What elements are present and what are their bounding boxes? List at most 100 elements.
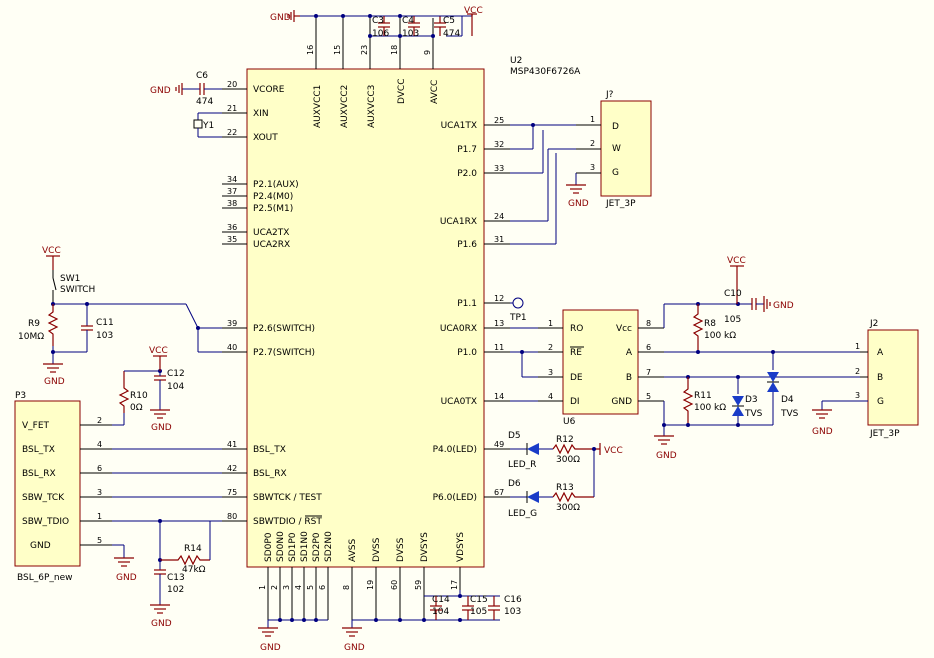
c4-value: 103 [402,29,419,39]
u2-mcu[interactable]: U2 MSP430F6726A [246,56,581,568]
svg-text:BSL_TX: BSL_TX [253,445,286,455]
svg-text:5: 5 [646,392,651,401]
svg-text:GND: GND [773,301,794,311]
svg-text:38: 38 [227,199,237,208]
svg-text:P2.5(M1): P2.5(M1) [253,204,293,214]
svg-text:LED_R: LED_R [508,460,536,470]
r14-c13-tdio: R14 47kΩ C13 102 GND [150,519,211,629]
svg-text:1: 1 [590,115,595,124]
svg-text:8: 8 [646,319,651,328]
p3-bsl-connector[interactable]: P3 BSL_6P_new V_FET BSL_TX BSL_RX SBW_TC… [14,391,222,583]
svg-text:3: 3 [548,368,553,377]
svg-text:P2.6(SWITCH): P2.6(SWITCH) [253,324,315,334]
y1-crystal: Y1 [193,112,222,138]
svg-text:P1.1: P1.1 [457,299,477,309]
svg-text:24: 24 [494,212,504,221]
svg-text:G: G [612,168,619,178]
svg-text:SBW_TDIO: SBW_TDIO [22,517,69,527]
svg-text:1: 1 [97,512,102,521]
j2-jet-connector[interactable]: J2 JET_3P A B G 1 2 3 GND [812,319,919,439]
svg-text:DVSS: DVSS [372,537,382,562]
svg-text:103: 103 [96,331,113,341]
svg-text:UCA2TX: UCA2TX [253,228,289,238]
svg-text:LED_G: LED_G [508,509,537,519]
svg-text:1: 1 [855,342,860,351]
svg-text:VCC: VCC [42,246,61,256]
svg-text:TP1: TP1 [509,313,527,323]
svg-text:19: 19 [366,580,375,590]
svg-text:VCORE: VCORE [253,85,285,95]
svg-text:4: 4 [97,440,102,449]
svg-text:100 kΩ: 100 kΩ [694,403,726,413]
svg-text:GND: GND [568,199,589,209]
svg-text:BSL_RX: BSL_RX [253,469,287,479]
svg-text:59: 59 [414,580,423,590]
svg-text:SWITCH: SWITCH [60,285,95,295]
svg-text:UCA1TX: UCA1TX [441,121,477,131]
svg-text:33: 33 [494,164,504,173]
svg-text:GND: GND [151,619,172,629]
led-drivers: D5 LED_R R12 300Ω VCC D6 LED_G R13 300Ω [508,431,623,519]
svg-text:SD1P0: SD1P0 [288,532,298,562]
svg-text:42: 42 [227,464,237,473]
gnd-label: GND [270,13,291,23]
svg-text:3: 3 [855,391,860,400]
svg-text:104: 104 [167,382,184,392]
svg-text:DE: DE [570,373,583,383]
svg-text:GND: GND [151,423,172,433]
svg-text:P2.4(M0): P2.4(M0) [253,192,293,202]
svg-text:8: 8 [342,585,351,590]
svg-text:104: 104 [432,607,449,617]
svg-text:1: 1 [548,319,553,328]
svg-text:2: 2 [590,139,595,148]
svg-text:105: 105 [724,315,741,325]
svg-text:C15: C15 [470,595,488,605]
svg-text:R8: R8 [704,319,716,329]
svg-text:6: 6 [318,585,327,590]
svg-text:22: 22 [227,128,237,137]
svg-text:300Ω: 300Ω [556,503,580,513]
svg-text:14: 14 [494,392,504,401]
svg-text:10MΩ: 10MΩ [18,332,44,342]
svg-text:32: 32 [494,140,504,149]
svg-text:R13: R13 [556,483,574,493]
svg-text:3: 3 [590,163,595,172]
svg-text:W: W [612,144,621,154]
svg-text:GND: GND [44,377,65,387]
svg-text:BSL_6P_new: BSL_6P_new [17,573,73,583]
svg-text:SD2P0: SD2P0 [312,532,322,562]
svg-text:DVSS: DVSS [396,537,406,562]
svg-text:B: B [877,373,883,383]
svg-text:P1.0: P1.0 [457,348,477,358]
tvs-diodes: D3 TVS D4 TVS [732,352,799,425]
u6-transceiver[interactable]: U6 RO RE DE DI Vcc A B GND 1 2 3 4 8 6 7… [510,309,664,427]
svg-text:UCA1RX: UCA1RX [440,217,477,227]
svg-text:VCC: VCC [727,256,746,266]
svg-text:DVSYS: DVSYS [420,532,430,562]
svg-text:SD1N0: SD1N0 [300,531,310,562]
svg-text:R10: R10 [130,391,148,401]
svg-text:SBWTCK / TEST: SBWTCK / TEST [253,493,322,503]
svg-text:80: 80 [227,512,237,521]
svg-text:103: 103 [504,607,521,617]
svg-text:6: 6 [97,464,102,473]
svg-text:JET_3P: JET_3P [605,199,636,209]
svg-text:C16: C16 [504,595,522,605]
svg-text:35: 35 [227,235,237,244]
svg-text:P1.6: P1.6 [457,240,477,250]
u2-pin-name: AVCC [430,80,440,104]
svg-text:D3: D3 [745,395,758,405]
u2-pin-num: 23 [360,45,369,55]
vcc-label: VCC [464,6,483,16]
u2-pin-name: AUXVCC1 [313,85,323,128]
svg-text:12: 12 [494,294,504,303]
svg-text:6: 6 [646,343,651,352]
svg-text:GND: GND [812,427,833,437]
svg-text:RE: RE [570,348,582,358]
svg-text:C6: C6 [196,71,208,81]
svg-text:C11: C11 [96,318,114,328]
svg-text:P1.7: P1.7 [457,145,477,155]
svg-text:D5: D5 [508,431,521,441]
j7-jet-connector[interactable]: J? JET_3P D W G 1 2 3 GND [510,90,652,245]
svg-text:GND: GND [344,643,365,653]
